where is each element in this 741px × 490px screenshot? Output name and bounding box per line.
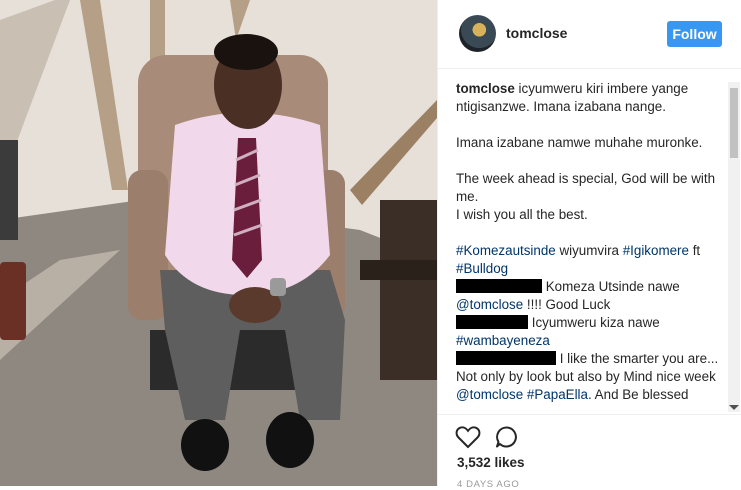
redacted-username	[456, 351, 556, 365]
comment-text: . And Be blessed	[587, 387, 689, 402]
caption: tomclose icyumweru kiri imbere yange nti…	[456, 80, 722, 278]
caption-hashtags: #Komezautsinde wiyumvira #Igikomere ft #…	[456, 242, 722, 278]
scroll-thumb[interactable]	[730, 88, 738, 158]
hashtag-link[interactable]: #Bulldog	[456, 261, 508, 276]
comment-icon[interactable]	[495, 425, 519, 449]
caption-text-2: Imana izabane namwe muhahe muronke.	[456, 135, 703, 150]
mention-link[interactable]: @tomclose	[456, 297, 523, 312]
likes-count[interactable]: 3,532 likes	[457, 455, 525, 470]
comment-text: Icyumweru kiza nawe	[528, 315, 660, 330]
comment-item: Icyumweru kiza nawe #wambayeneza	[456, 314, 722, 350]
scroll-down-arrow-icon[interactable]	[729, 405, 739, 410]
comment-item: I like the smarter you are... Not only b…	[456, 350, 722, 404]
hashtag-link[interactable]: #PapaElla	[527, 387, 588, 402]
comment-text: Komeza Utsinde nawe	[542, 279, 680, 294]
post-header: tomclose Follow	[438, 0, 741, 69]
comments-scrollbar[interactable]	[728, 82, 740, 412]
mention-link[interactable]: @tomclose	[456, 387, 523, 402]
comment-text: !!!! Good Luck	[523, 297, 611, 312]
follow-button[interactable]: Follow	[667, 21, 722, 47]
caption-username[interactable]: tomclose	[456, 81, 515, 96]
heart-icon[interactable]	[455, 425, 481, 449]
comments-list: tomclose icyumweru kiri imbere yange nti…	[456, 80, 722, 413]
comment-item: Komeza Utsinde nawe @tomclose !!!! Good …	[456, 278, 722, 314]
post-side-panel: tomclose Follow tomclose icyumweru kiri …	[437, 0, 741, 490]
redacted-username	[456, 279, 542, 293]
post-photo[interactable]	[0, 0, 437, 486]
post-actions: 3,532 likes 4 DAYS AGO	[438, 414, 741, 490]
avatar[interactable]	[459, 15, 496, 52]
hashtag-link[interactable]: #Igikomere	[623, 243, 689, 258]
hashtag-link[interactable]: #Komezautsinde	[456, 243, 556, 258]
caption-text-4: I wish you all the best.	[456, 207, 588, 222]
author-username[interactable]: tomclose	[506, 25, 567, 41]
redacted-username	[456, 315, 528, 329]
hashtag-link[interactable]: #wambayeneza	[456, 333, 550, 348]
caption-connector: ft	[688, 243, 701, 258]
post-timestamp: 4 DAYS AGO	[457, 479, 520, 490]
photo-illustration	[0, 0, 437, 486]
caption-connector: wiyumvira	[555, 243, 623, 258]
caption-text-3: The week ahead is special, God will be w…	[456, 171, 716, 204]
